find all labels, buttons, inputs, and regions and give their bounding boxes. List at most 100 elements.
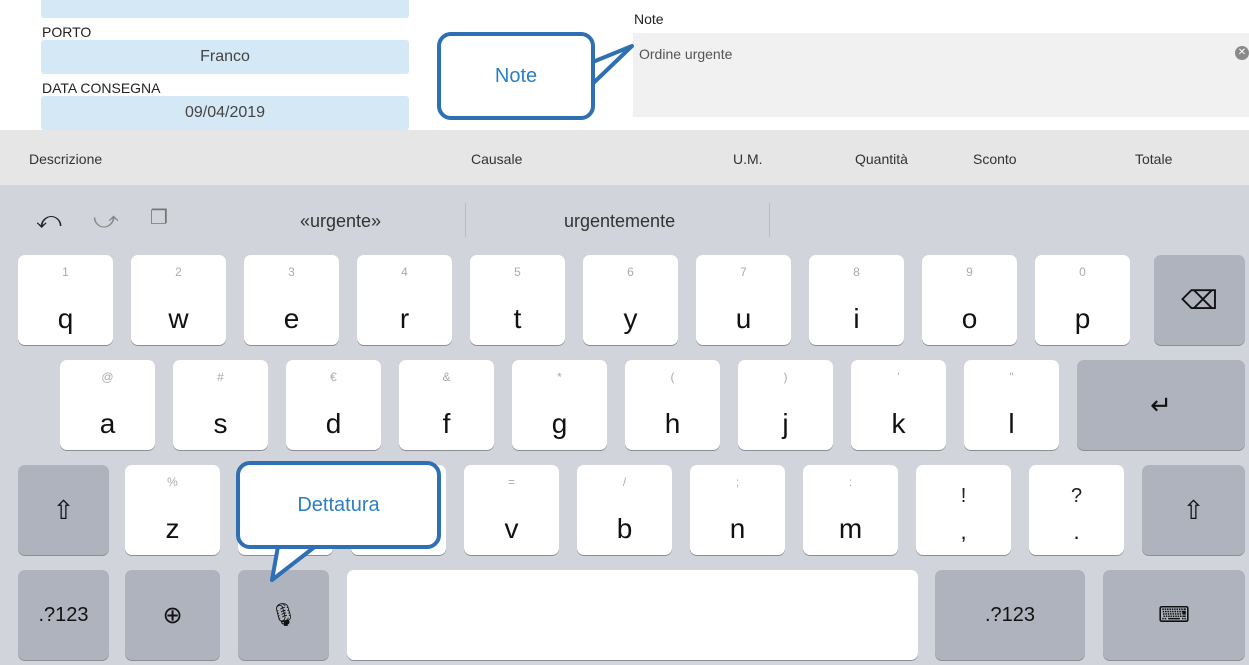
key-alt: / [622, 475, 627, 489]
col-um: U.M. [733, 151, 763, 167]
space-bar[interactable] [347, 570, 918, 660]
col-causale: Causale [471, 151, 523, 167]
shift-icon: ⇧ [1182, 494, 1205, 525]
key-label: l [1008, 408, 1015, 439]
key-a[interactable]: @ a [60, 360, 155, 450]
shift-key-left[interactable]: ⇧ [18, 465, 109, 555]
numbers-key-left[interactable]: .?123 [18, 570, 109, 660]
key-b[interactable]: / b [577, 465, 672, 555]
key-label: q [57, 303, 74, 334]
key-label: o [961, 303, 978, 334]
key-p[interactable]: 0p [1035, 255, 1130, 345]
key-k[interactable]: ’ k [851, 360, 946, 450]
key-label: b [616, 513, 633, 544]
key-label: m [838, 513, 863, 544]
key-label: s [213, 408, 228, 439]
globe-icon: ⊕ [162, 601, 183, 629]
key-alt: 3 [288, 265, 295, 279]
key-t[interactable]: 5t [470, 255, 565, 345]
key-alt: : [848, 475, 853, 489]
key-l[interactable]: " l [964, 360, 1059, 450]
suggestion-divider [769, 203, 770, 237]
key-alt: 4 [401, 265, 408, 279]
note-callout: Note [437, 32, 595, 120]
dettatura-callout: Dettatura [236, 461, 441, 549]
key-r[interactable]: 4r [357, 255, 452, 345]
key-period[interactable]: ?. [1029, 465, 1124, 555]
key-alt: " [1009, 370, 1014, 384]
note-value: Ordine urgente [639, 46, 733, 62]
key-label: e [283, 303, 300, 334]
key-alt: 8 [853, 265, 860, 279]
key-d[interactable]: € d [286, 360, 381, 450]
key-label: r [399, 303, 410, 334]
key-alt: € [330, 370, 337, 384]
numbers-label: .?123 [984, 603, 1036, 626]
key-alt: & [442, 370, 451, 384]
key-w[interactable]: 2w [131, 255, 226, 345]
key-label: . [1073, 519, 1080, 544]
key-alt: ( [670, 370, 675, 384]
key-label: v [504, 513, 519, 544]
key-j[interactable]: ) j [738, 360, 833, 450]
key-alt: ! [960, 485, 967, 507]
data-consegna-label: DATA CONSEGNA [42, 80, 161, 96]
globe-key[interactable]: ⊕ [125, 570, 220, 660]
backspace-key[interactable]: ⌫ [1154, 255, 1245, 345]
key-alt: = [507, 475, 515, 489]
paste-icon[interactable]: ❐ [150, 205, 168, 230]
porto-top-field-edge [41, 0, 409, 18]
key-label: w [168, 303, 189, 334]
note-callout-text: Note [494, 64, 538, 87]
key-m[interactable]: :m [803, 465, 898, 555]
porto-field[interactable]: Franco [41, 40, 409, 74]
key-alt: 9 [966, 265, 973, 279]
data-consegna-value: 09/04/2019 [184, 104, 266, 121]
key-o[interactable]: 9o [922, 255, 1017, 345]
key-label: u [735, 303, 752, 334]
key-alt: ? [1070, 485, 1083, 507]
key-label: h [664, 408, 681, 439]
key-g[interactable]: * g [512, 360, 607, 450]
key-v[interactable]: = v [464, 465, 559, 555]
suggestion-2[interactable]: urgentemente [564, 211, 675, 232]
note-textarea[interactable]: Ordine urgente ✕ [633, 33, 1249, 117]
key-label: g [551, 408, 568, 439]
key-y[interactable]: 6y [583, 255, 678, 345]
key-e[interactable]: 3e [244, 255, 339, 345]
microphone-icon: 🎙 [269, 602, 298, 627]
key-comma[interactable]: !, [916, 465, 1011, 555]
suggestion-1[interactable]: «urgente» [300, 211, 381, 232]
clear-icon[interactable]: ✕ [1235, 46, 1249, 60]
key-h[interactable]: (h [625, 360, 720, 450]
key-alt: ; [735, 475, 740, 489]
key-alt: 0 [1079, 265, 1086, 279]
col-quantita: Quantità [855, 151, 908, 167]
hide-keyboard-key[interactable]: ⌨ [1103, 570, 1245, 660]
shift-key-right[interactable]: ⇧ [1142, 465, 1245, 555]
key-alt: # [217, 370, 224, 384]
return-key[interactable]: ↵ [1077, 360, 1245, 450]
key-n[interactable]: ; n [690, 465, 785, 555]
key-label: a [99, 408, 116, 439]
key-alt: ) [783, 370, 788, 384]
key-alt: ’ [897, 370, 900, 384]
key-z[interactable]: % z [125, 465, 220, 555]
key-label: n [729, 513, 746, 544]
suggestion-divider [465, 203, 466, 237]
numbers-key-right[interactable]: .?123 [935, 570, 1085, 660]
key-u[interactable]: 7u [696, 255, 791, 345]
undo-icon[interactable]: ⤺ [36, 207, 62, 235]
key-f[interactable]: & f [399, 360, 494, 450]
keyboard-dismiss-icon: ⌨ [1158, 602, 1190, 627]
key-i[interactable]: 8i [809, 255, 904, 345]
key-alt: @ [101, 370, 114, 384]
numbers-label: .?123 [38, 603, 89, 626]
key-q[interactable]: 1q [18, 255, 113, 345]
dettatura-callout-text: Dettatura [297, 493, 380, 516]
key-alt: % [167, 475, 178, 489]
key-label: p [1074, 303, 1091, 334]
redo-icon[interactable]: ⤻ [93, 207, 119, 235]
data-consegna-field[interactable]: 09/04/2019 [41, 96, 409, 130]
key-s[interactable]: # s [173, 360, 268, 450]
